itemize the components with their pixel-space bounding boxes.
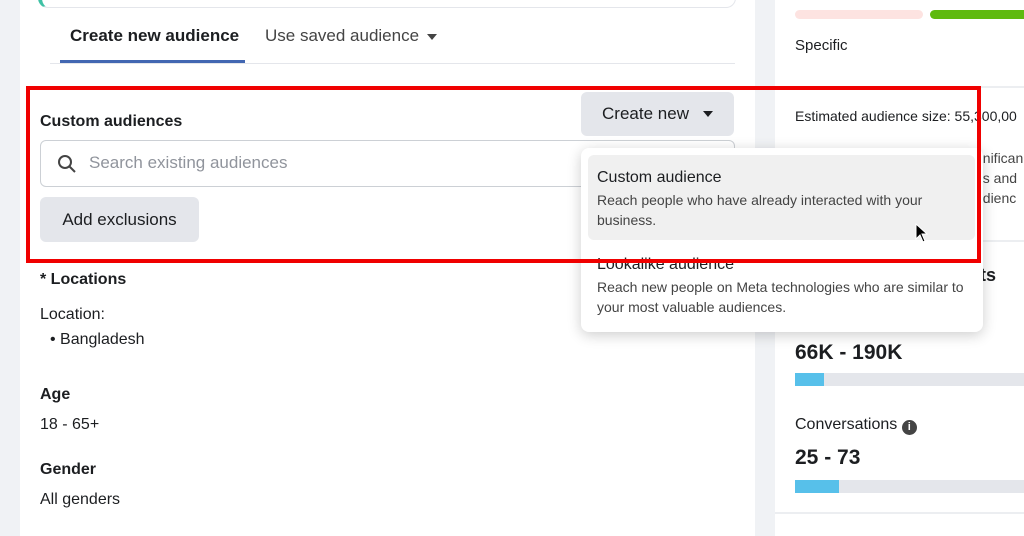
divider: [775, 512, 1024, 514]
tab-create-new-audience[interactable]: Create new audience: [60, 26, 245, 63]
caret-down-icon: [702, 111, 713, 117]
create-new-dropdown: Custom audience Reach people who have al…: [581, 148, 983, 332]
top-card: [38, 0, 736, 8]
locations-label: * Locations: [40, 271, 127, 288]
menu-item-lookalike-audience[interactable]: Lookalike audience Reach new people on M…: [588, 242, 975, 331]
meter-segment-broad: [795, 10, 923, 19]
meter-segment-specific: [930, 10, 1024, 19]
conversations-label: Conversations i: [795, 416, 917, 435]
item-title: Lookalike audience: [597, 256, 734, 273]
audience-tabs: Create new audience Use saved audience: [50, 22, 735, 64]
conversations-estimate: 25 - 73: [795, 446, 861, 469]
item-title: Custom audience: [597, 169, 722, 186]
button-label: Create new: [602, 104, 689, 123]
reach-bar: [795, 373, 1024, 386]
tab-use-saved-audience[interactable]: Use saved audience: [265, 26, 438, 46]
item-description: Reach people who have already interacted…: [597, 192, 923, 228]
gender-label: Gender: [40, 461, 97, 478]
conversations-bar: [795, 480, 1024, 493]
conversations-bar-fill: [795, 480, 840, 493]
gender-value: All genders: [40, 491, 121, 508]
info-icon[interactable]: i: [901, 420, 917, 435]
item-description: Reach new people on Meta technologies wh…: [597, 279, 964, 315]
tab-label: Use saved audience: [265, 26, 420, 45]
add-exclusions-button[interactable]: Add exclusions: [40, 197, 199, 242]
custom-audiences-label: Custom audiences: [40, 113, 183, 130]
search-icon: [58, 155, 76, 173]
reach-bar-fill: [795, 373, 824, 386]
specific-label: Specific: [795, 37, 848, 54]
reach-estimate: 66K - 190K: [795, 341, 903, 364]
create-new-button[interactable]: Create new: [581, 92, 734, 136]
estimated-audience-size: Estimated audience size: 55,300,00: [795, 108, 1017, 124]
caret-down-icon: [427, 33, 438, 40]
conversations-text: Conversations: [795, 416, 898, 433]
age-label: Age: [40, 386, 71, 403]
location-sublabel: Location:: [40, 306, 105, 323]
location-item: • Bangladesh: [50, 331, 145, 348]
divider: [775, 86, 1024, 88]
search-input[interactable]: [89, 153, 569, 173]
age-value: 18 - 65+: [40, 416, 100, 433]
mouse-cursor-icon: [915, 223, 929, 243]
